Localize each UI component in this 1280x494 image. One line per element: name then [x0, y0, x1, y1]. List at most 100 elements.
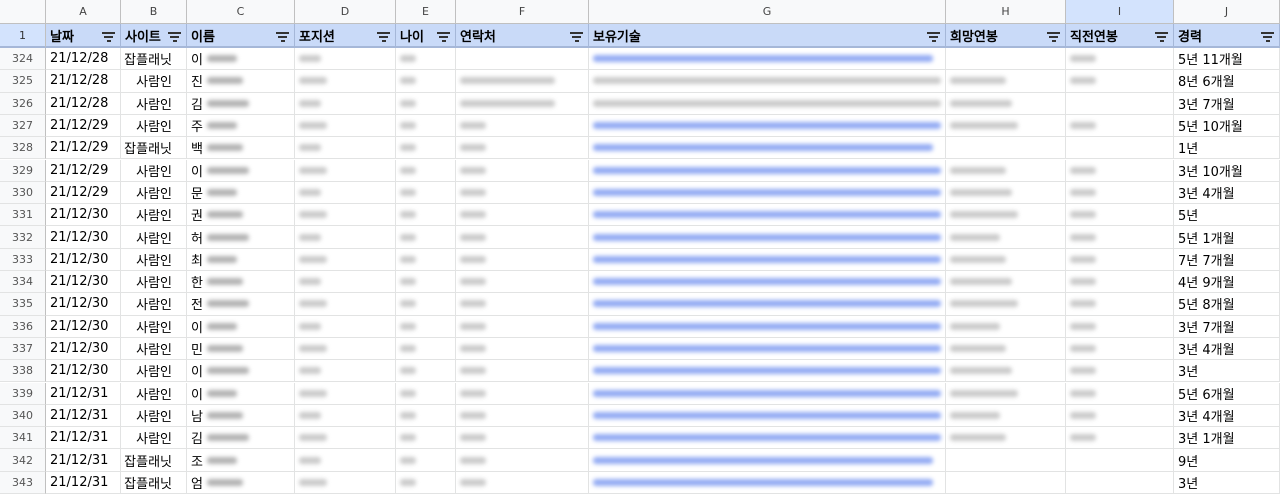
cell-desired-salary[interactable] [946, 404, 1066, 428]
cell-desired-salary[interactable] [946, 181, 1066, 205]
row-number[interactable]: 339 [0, 382, 46, 405]
cell-previous-salary[interactable] [1066, 382, 1174, 405]
cell-career[interactable]: 7년 7개월 [1174, 248, 1280, 271]
cell-name[interactable]: 남 [187, 404, 295, 428]
cell-name[interactable]: 권 [187, 204, 295, 227]
cell-date[interactable]: 21/12/30 [46, 293, 121, 316]
cell-site[interactable]: 잡플래닛 [121, 48, 187, 71]
header-cell-contact[interactable]: 연락처 [456, 24, 589, 48]
cell-position[interactable] [295, 382, 396, 405]
cell-desired-salary[interactable] [946, 248, 1066, 271]
cell-date[interactable]: 21/12/31 [46, 449, 121, 472]
cell-date[interactable]: 21/12/31 [46, 427, 121, 450]
cell-career[interactable]: 5년 11개월 [1174, 48, 1280, 71]
cell-name[interactable]: 이 [187, 382, 295, 405]
cell-skills[interactable] [589, 114, 946, 138]
cell-age[interactable] [396, 382, 456, 405]
row-number[interactable]: 338 [0, 360, 46, 383]
cell-previous-salary[interactable] [1066, 471, 1174, 494]
cell-career[interactable]: 5년 8개월 [1174, 293, 1280, 316]
cell-date[interactable]: 21/12/30 [46, 248, 121, 271]
cell-career[interactable]: 5년 6개월 [1174, 382, 1280, 405]
cell-contact[interactable] [456, 382, 589, 405]
column-header-e[interactable]: E [396, 0, 456, 24]
cell-skills[interactable] [589, 404, 946, 428]
cell-desired-salary[interactable] [946, 70, 1066, 93]
cell-site[interactable]: 사람인 [121, 226, 187, 249]
cell-site[interactable]: 사람인 [121, 181, 187, 205]
filter-icon[interactable] [1155, 32, 1168, 42]
cell-name[interactable]: 전 [187, 293, 295, 316]
cell-career[interactable]: 3년 4개월 [1174, 404, 1280, 428]
cell-skills[interactable] [589, 137, 946, 160]
row-number[interactable]: 325 [0, 70, 46, 93]
cell-previous-salary[interactable] [1066, 248, 1174, 271]
cell-previous-salary[interactable] [1066, 449, 1174, 472]
cell-contact[interactable] [456, 360, 589, 383]
cell-previous-salary[interactable] [1066, 226, 1174, 249]
cell-age[interactable] [396, 471, 456, 494]
column-header-f[interactable]: F [456, 0, 589, 24]
cell-position[interactable] [295, 92, 396, 115]
cell-age[interactable] [396, 181, 456, 205]
cell-contact[interactable] [456, 137, 589, 160]
cell-skills[interactable] [589, 248, 946, 271]
cell-desired-salary[interactable] [946, 204, 1066, 227]
cell-previous-salary[interactable] [1066, 315, 1174, 338]
column-header-i[interactable]: I [1066, 0, 1174, 24]
cell-date[interactable]: 21/12/29 [46, 114, 121, 138]
cell-contact[interactable] [456, 471, 589, 494]
column-header-d[interactable]: D [295, 0, 396, 24]
cell-age[interactable] [396, 248, 456, 271]
cell-position[interactable] [295, 404, 396, 428]
cell-career[interactable]: 3년 1개월 [1174, 427, 1280, 450]
cell-skills[interactable] [589, 471, 946, 494]
row-number[interactable]: 335 [0, 293, 46, 316]
cell-name[interactable]: 민 [187, 337, 295, 361]
cell-skills[interactable] [589, 337, 946, 361]
cell-site[interactable]: 사람인 [121, 404, 187, 428]
row-number[interactable]: 324 [0, 48, 46, 71]
cell-age[interactable] [396, 293, 456, 316]
cell-age[interactable] [396, 92, 456, 115]
cell-career[interactable]: 3년 [1174, 471, 1280, 494]
cell-name[interactable]: 이 [187, 360, 295, 383]
header-cell-name[interactable]: 이름 [187, 24, 295, 48]
cell-age[interactable] [396, 271, 456, 294]
cell-previous-salary[interactable] [1066, 48, 1174, 71]
cell-position[interactable] [295, 271, 396, 294]
filter-icon[interactable] [927, 32, 940, 42]
cell-contact[interactable] [456, 427, 589, 450]
cell-age[interactable] [396, 48, 456, 71]
cell-date[interactable]: 21/12/28 [46, 48, 121, 71]
cell-desired-salary[interactable] [946, 337, 1066, 361]
row-number[interactable]: 333 [0, 248, 46, 271]
cell-desired-salary[interactable] [946, 315, 1066, 338]
column-header-c[interactable]: C [187, 0, 295, 24]
filter-icon[interactable] [1047, 32, 1060, 42]
cell-site[interactable]: 잡플래닛 [121, 449, 187, 472]
row-number[interactable]: 334 [0, 271, 46, 294]
cell-skills[interactable] [589, 204, 946, 227]
cell-date[interactable]: 21/12/29 [46, 181, 121, 205]
cell-contact[interactable] [456, 248, 589, 271]
cell-date[interactable]: 21/12/28 [46, 92, 121, 115]
cell-date[interactable]: 21/12/30 [46, 360, 121, 383]
cell-skills[interactable] [589, 159, 946, 182]
cell-skills[interactable] [589, 92, 946, 115]
cell-desired-salary[interactable] [946, 382, 1066, 405]
cell-career[interactable]: 3년 10개월 [1174, 159, 1280, 182]
cell-career[interactable]: 5년 1개월 [1174, 226, 1280, 249]
cell-contact[interactable] [456, 70, 589, 93]
cell-previous-salary[interactable] [1066, 114, 1174, 138]
row-number[interactable]: 341 [0, 427, 46, 450]
cell-skills[interactable] [589, 360, 946, 383]
cell-skills[interactable] [589, 315, 946, 338]
cell-career[interactable]: 3년 4개월 [1174, 337, 1280, 361]
cell-position[interactable] [295, 204, 396, 227]
cell-site[interactable]: 사람인 [121, 248, 187, 271]
row-number[interactable]: 337 [0, 337, 46, 361]
cell-desired-salary[interactable] [946, 427, 1066, 450]
header-cell-desired[interactable]: 희망연봉 [946, 24, 1066, 48]
cell-date[interactable]: 21/12/30 [46, 271, 121, 294]
